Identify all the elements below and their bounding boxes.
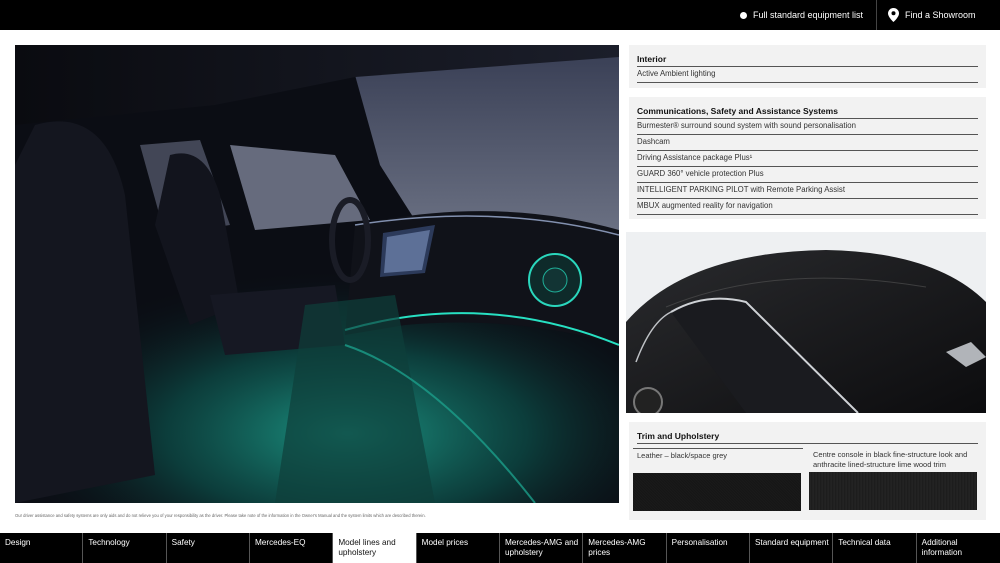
tab-amg-upholstery[interactable]: Mercedes-AMG and upholstery: [500, 533, 584, 563]
tab-model-prices[interactable]: Model prices: [417, 533, 500, 563]
safety-disclaimer: Our driver assistance and safety systems…: [15, 513, 426, 518]
communications-panel: Communications, Safety and Assistance Sy…: [629, 97, 986, 219]
tab-standard-equipment[interactable]: Standard equipment: [750, 533, 834, 563]
comms-item: INTELLIGENT PARKING PILOT with Remote Pa…: [637, 183, 978, 199]
full-equipment-list-label: Full standard equipment list: [753, 10, 864, 20]
interior-item: Active Ambient lighting: [637, 67, 978, 83]
tab-technology[interactable]: Technology: [83, 533, 167, 563]
interior-heading: Interior: [637, 51, 978, 67]
tab-model-lines[interactable]: Model lines and upholstery: [333, 533, 417, 563]
leather-swatch: [633, 473, 801, 511]
find-showroom-link[interactable]: Find a Showroom: [888, 0, 998, 30]
top-bar: Full standard equipment list Find a Show…: [0, 0, 1000, 30]
trim-heading: Trim and Upholstery: [637, 428, 978, 444]
interior-panel: Interior Active Ambient lighting: [629, 45, 986, 88]
wood-trim-swatch: [809, 472, 977, 510]
comms-item: Dashcam: [637, 135, 978, 151]
trim-option-centre-console: Centre console in black fine-structure l…: [809, 448, 979, 510]
tab-safety[interactable]: Safety: [167, 533, 250, 563]
interior-hero-image: [15, 45, 619, 503]
comms-item: Burmester® surround sound system with so…: [637, 119, 978, 135]
full-equipment-list-link[interactable]: Full standard equipment list: [740, 0, 875, 30]
tab-additional-information[interactable]: Additional information: [917, 533, 1000, 563]
find-showroom-label: Find a Showroom: [905, 10, 976, 20]
comms-item: GUARD 360° vehicle protection Plus: [637, 167, 978, 183]
comms-item: MBUX augmented reality for navigation: [637, 199, 978, 215]
tab-technical-data[interactable]: Technical data: [833, 533, 917, 563]
trim-upholstery-panel: Trim and Upholstery Leather – black/spac…: [629, 422, 986, 520]
trim-option-leather: Leather – black/space grey: [633, 448, 803, 511]
bullet-icon: [740, 11, 747, 19]
car-roof-image: [626, 232, 986, 413]
location-pin-icon: [888, 8, 899, 22]
topbar-divider: [876, 0, 877, 30]
trim-option-label: Centre console in black fine-structure l…: [813, 450, 968, 469]
bottom-navigation: Design Technology Safety Mercedes-EQ Mod…: [0, 533, 1000, 563]
communications-heading: Communications, Safety and Assistance Sy…: [637, 103, 978, 119]
tab-personalisation[interactable]: Personalisation: [667, 533, 750, 563]
tab-mercedes-eq[interactable]: Mercedes-EQ: [250, 533, 334, 563]
tab-amg-prices[interactable]: Mercedes-AMG prices: [583, 533, 667, 563]
tab-design[interactable]: Design: [0, 533, 84, 563]
trim-option-label: Leather – black/space grey: [633, 448, 803, 473]
comms-item: Driving Assistance package Plus¹: [637, 151, 978, 167]
